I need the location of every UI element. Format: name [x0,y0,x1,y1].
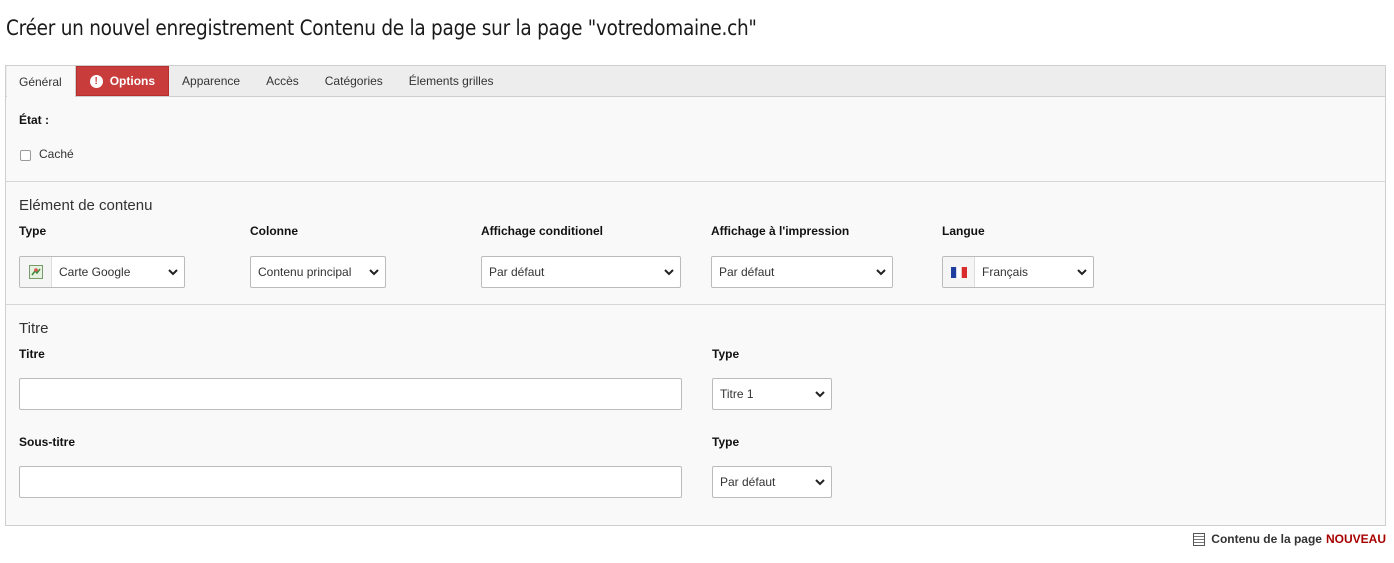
tab-label: Apparence [182,74,241,88]
chevron-down-icon [809,478,831,486]
hidden-checkbox[interactable] [20,150,31,161]
conditional-display-select[interactable]: Par défaut [481,256,681,288]
error-icon: ! [89,74,103,88]
language-label: Langue [942,224,985,238]
subtitle-type-select[interactable]: Par défaut [712,466,832,498]
title-type-select[interactable]: Titre 1 [712,378,832,410]
tab-label: Catégories [324,74,383,88]
title-type-value: Titre 1 [720,387,754,401]
form-panel: Général ! Options Apparence Accès Catégo… [5,65,1386,526]
state-label: État : [19,113,49,127]
tab-general[interactable]: Général [7,66,76,97]
section-title: Elément de contenu [19,197,153,214]
document-icon [1193,532,1206,546]
tab-grid-elements[interactable]: Élements grilles [396,66,507,96]
hidden-checkbox-label[interactable]: Caché [39,147,74,161]
type-value: Carte Google [59,265,131,279]
type-select[interactable]: Carte Google [19,256,185,288]
tab-appearance[interactable]: Apparence [169,66,253,96]
chevron-down-icon [363,268,385,276]
tab-label: Accès [266,74,299,88]
chevron-down-icon [870,268,892,276]
state-section: État : Caché [6,97,1385,182]
subtitle-type-label: Type [712,435,740,449]
language-value: Français [982,265,1029,279]
record-type-label: Contenu de la page [1211,532,1322,546]
chevron-down-icon [162,268,184,276]
print-display-label: Affichage à l'impression [711,224,850,238]
subtitle-type-value: Par défaut [720,475,776,489]
chevron-down-icon [658,268,680,276]
type-label: Type [19,224,47,238]
tab-categories[interactable]: Catégories [312,66,396,96]
tab-label: Options [109,74,156,88]
conditional-display-value: Par défaut [489,265,545,279]
content-element-section: Elément de contenu Type Colonne Affichag… [6,182,1385,305]
column-label: Colonne [250,224,298,238]
conditional-display-label: Affichage conditionel [481,224,604,238]
tab-label: Général [19,74,62,89]
title-input[interactable] [19,378,682,410]
print-display-value: Par défaut [719,265,775,279]
tab-access[interactable]: Accès [253,66,312,96]
title-section: Titre Titre Type Titre 1 Sous-titre Type… [6,305,1385,525]
google-map-icon [20,257,52,287]
subtitle-label: Sous-titre [19,435,76,449]
record-status: NOUVEAU [1325,532,1386,546]
section-title: Titre [19,320,49,337]
language-select[interactable]: Français [942,256,1094,288]
chevron-down-icon [1071,268,1093,276]
title-type-label: Type [712,347,740,361]
title-label: Titre [19,347,45,361]
page-title: Créer un nouvel enregistrement Contenu d… [6,16,757,40]
tab-label: Élements grilles [408,74,494,88]
print-display-select[interactable]: Par défaut [711,256,893,288]
subtitle-input[interactable] [19,466,682,498]
record-info: Contenu de la page NOUVEAU [1193,532,1386,546]
column-select[interactable]: Contenu principal [250,256,386,288]
column-value: Contenu principal [258,265,352,279]
french-flag-icon [943,257,975,287]
tab-bar: Général ! Options Apparence Accès Catégo… [6,66,1385,97]
chevron-down-icon [809,390,831,398]
tab-options[interactable]: ! Options [75,66,170,96]
